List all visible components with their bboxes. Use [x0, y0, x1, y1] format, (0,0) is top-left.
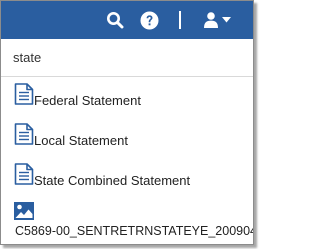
document-icon [14, 163, 34, 185]
user-menu-button[interactable] [201, 10, 233, 30]
document-icon [14, 83, 34, 105]
result-label: Local Statement [34, 133, 128, 148]
search-results-list: Federal Statement Local Statement State … [1, 77, 254, 244]
top-toolbar [1, 1, 253, 39]
search-row [1, 39, 253, 77]
document-icon [14, 123, 34, 145]
user-icon [204, 12, 218, 28]
result-label: C5869-00_SENTRETRNSTATEYE_200904_ [15, 224, 254, 238]
search-result-local-statement[interactable]: Local Statement [1, 123, 253, 161]
image-icon [14, 202, 34, 220]
help-icon [140, 11, 158, 29]
help-button[interactable] [139, 10, 159, 30]
result-label: Federal Statement [34, 93, 141, 108]
result-label: State Combined Statement [34, 173, 191, 188]
toolbar-divider [179, 11, 181, 29]
search-popup: Federal Statement Local Statement State … [0, 0, 254, 245]
caret-down-icon [222, 17, 231, 23]
search-result-image-file[interactable]: C5869-00_SENTRETRNSTATEYE_200904_ [1, 201, 254, 239]
search-button[interactable] [105, 10, 125, 30]
search-result-federal-statement[interactable]: Federal Statement [1, 83, 253, 121]
search-result-state-combined-statement[interactable]: State Combined Statement [1, 163, 253, 201]
search-input[interactable] [1, 39, 253, 76]
search-icon [107, 12, 124, 29]
